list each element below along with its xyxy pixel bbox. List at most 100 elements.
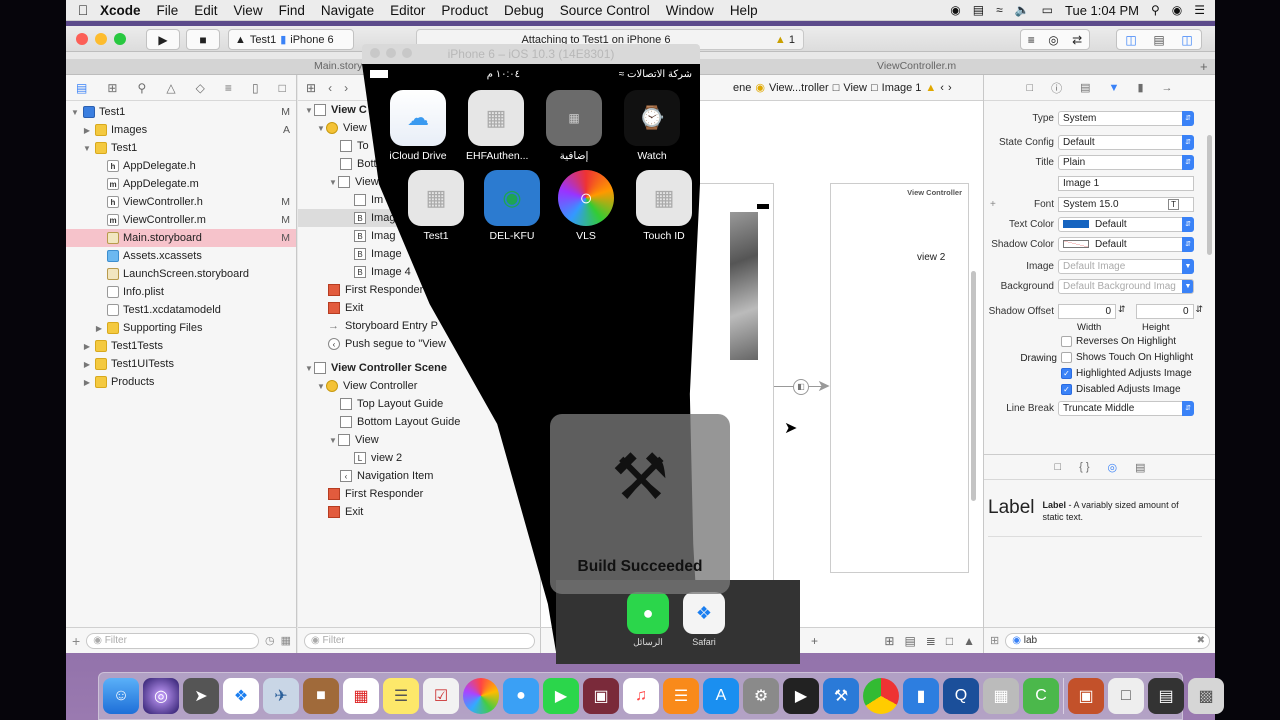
nav-item-test1uitests[interactable]: ▶ Test1UITests — [66, 355, 296, 373]
media-library-icon[interactable]: ▤ — [1135, 461, 1145, 474]
back-icon[interactable]: ‹ — [328, 81, 332, 95]
checkbox-box[interactable] — [1061, 352, 1072, 363]
back-icon[interactable]: ‹ — [940, 82, 944, 94]
record-icon[interactable]: ◉ — [950, 3, 960, 17]
app-safari[interactable]: ❖ Safari — [680, 592, 728, 647]
tab-main-storyboard[interactable]: Main.story — [314, 60, 362, 72]
system-preferences-icon[interactable]: ⚙ — [743, 678, 779, 714]
jump-view-controller[interactable]: View...troller — [769, 82, 829, 94]
app-extras-folder[interactable]: ▦ إضافية — [544, 90, 604, 162]
nav-item-info-plist[interactable]: Info.plist — [66, 283, 296, 301]
state-config-popup[interactable]: Default ⇵ — [1058, 134, 1194, 150]
app-menu[interactable]: Xcode — [100, 3, 141, 18]
contacts-icon[interactable]: ■ — [303, 678, 339, 714]
spotlight-icon[interactable]: ⚲ — [1151, 3, 1160, 17]
debug-area-toggle-icon[interactable]: ▤ — [1153, 33, 1164, 47]
messages-dock-icon[interactable]: ● — [503, 678, 539, 714]
ibooks-icon[interactable]: ☰ — [663, 678, 699, 714]
source-control-icon[interactable]: ⊞ — [107, 81, 117, 95]
siri-icon[interactable]: ◎ — [143, 678, 179, 714]
utility-icon[interactable]: ▦ — [983, 678, 1019, 714]
checkbox-checked-icon[interactable]: ✓ — [1061, 368, 1072, 379]
disclosure-open-icon[interactable]: ▼ — [82, 144, 92, 153]
folder-icon[interactable]: ▤ — [76, 81, 87, 95]
itunes-icon[interactable]: ♫ — [623, 678, 659, 714]
file-template-icon[interactable]: □ — [1054, 461, 1061, 473]
font-field[interactable]: System 15.0 T — [1058, 196, 1194, 212]
app-touch-id[interactable]: ▦ Touch ID — [634, 170, 694, 242]
disclosure-open-icon[interactable]: ▼ — [70, 108, 80, 117]
stop-button[interactable]: ■ — [186, 29, 220, 50]
forward-icon[interactable]: › — [344, 81, 348, 95]
disclosure-open-icon[interactable]: ▼ — [316, 124, 326, 133]
warning-badge[interactable]: ▲ 1 — [775, 34, 795, 46]
editor-mode-control[interactable]: ≡ ◎ ⇄ — [1020, 29, 1090, 50]
app-icloud-drive[interactable]: ☁ iCloud Drive — [388, 90, 448, 162]
file-inspector-icon[interactable]: □ — [1026, 82, 1033, 94]
library-filter-input[interactable]: ◉ lab ✖ — [1005, 632, 1210, 649]
close-window-button[interactable] — [76, 33, 88, 45]
wifi-icon[interactable]: ≈ — [996, 3, 1003, 17]
scheme-selector[interactable]: ▲ Test1 ▮ iPhone 6 — [228, 29, 354, 50]
preview-icon[interactable]: ✈ — [263, 678, 299, 714]
stack-icon[interactable]: ▤ — [904, 634, 915, 648]
photos-icon[interactable] — [463, 678, 499, 714]
menu-source-control[interactable]: Source Control — [560, 3, 650, 18]
disclosure-closed-icon[interactable]: ▶ — [82, 342, 92, 351]
nav-item-datamodel[interactable]: Test1.xcdatamodeld — [66, 301, 296, 319]
final-cut-icon[interactable]: ▶ — [783, 678, 819, 714]
nav-item-appdelegate-h[interactable]: h AppDelegate.h — [66, 157, 296, 175]
app-store-icon[interactable]: A — [703, 678, 739, 714]
line-break-popup[interactable]: Truncate Middle ⇵ — [1058, 400, 1194, 416]
checkbox-box[interactable] — [1061, 336, 1072, 347]
nav-item-products[interactable]: ▶ Products — [66, 373, 296, 391]
nav-item-viewcontroller-h[interactable]: h ViewController.h M — [66, 193, 296, 211]
jump-image-1[interactable]: Image 1 — [882, 82, 922, 94]
view-controller-scene-2[interactable]: View Controller view 2 — [830, 183, 969, 573]
image-combo[interactable]: Default Image ▼ — [1058, 258, 1194, 274]
jump-scene[interactable]: ene — [733, 82, 751, 94]
disclosure-closed-icon[interactable]: ▶ — [94, 324, 104, 333]
photo-booth-icon[interactable]: ▣ — [583, 678, 619, 714]
shadow-width-field[interactable]: 0 — [1058, 303, 1116, 319]
safari-icon[interactable]: ❖ — [223, 678, 259, 714]
navigator-filter-input[interactable]: ◉ Filter — [86, 632, 259, 649]
simulator-title-bar[interactable]: iPhone 6 – iOS 10.3 (14E8301) — [362, 44, 700, 64]
type-popup[interactable]: System ⇵ — [1058, 110, 1194, 126]
minimize-window-button[interactable] — [386, 48, 396, 58]
utilities-toggle-icon[interactable]: ◫ — [1181, 33, 1192, 47]
font-picker-icon[interactable]: T — [1168, 198, 1179, 210]
app-ehfauthen[interactable]: ▦ EHFAuthen... — [466, 90, 528, 162]
grid-icon[interactable]: ⊞ — [306, 81, 316, 95]
report-icon[interactable]: □ — [279, 81, 286, 95]
add-icon[interactable]: + — [72, 633, 80, 649]
menu-product[interactable]: Product — [441, 3, 488, 18]
recent-files-icon[interactable]: ◷ — [265, 634, 275, 647]
navigator-toggle-icon[interactable]: ◫ — [1125, 33, 1136, 47]
object-library-icon[interactable]: ◎ — [1108, 461, 1118, 474]
disclosure-open-icon[interactable]: ▼ — [328, 178, 338, 187]
issue-icon[interactable]: △ — [166, 81, 175, 95]
run-button[interactable]: ▶ — [146, 29, 180, 50]
search-icon[interactable]: ⚲ — [138, 81, 147, 95]
menu-view[interactable]: View — [234, 3, 263, 18]
identity-inspector-icon[interactable]: ▤ — [1080, 81, 1090, 94]
connections-inspector-icon[interactable]: → — [1162, 82, 1173, 94]
reminders-icon[interactable]: ☑ — [423, 678, 459, 714]
image-view-preview[interactable] — [730, 212, 758, 360]
highlighted-adjusts-checkbox[interactable]: ✓ Highlighted Adjusts Image — [1061, 368, 1192, 379]
clear-icon[interactable]: ✖ — [1197, 635, 1205, 646]
disclosure-open-icon[interactable]: ▼ — [316, 382, 326, 391]
disclosure-closed-icon[interactable]: ▶ — [82, 378, 92, 387]
scm-filter-icon[interactable]: ▦ — [281, 634, 291, 647]
disabled-adjusts-checkbox[interactable]: ✓ Disabled Adjusts Image — [1061, 384, 1181, 395]
menu-file[interactable]: File — [157, 3, 179, 18]
nav-item-test1tests[interactable]: ▶ Test1Tests — [66, 337, 296, 355]
shadow-color-popup[interactable]: Default ⇵ — [1058, 236, 1194, 252]
calendar-icon[interactable]: ▦ — [343, 678, 379, 714]
attributes-inspector-icon[interactable]: ▼ — [1109, 82, 1120, 94]
user-icon[interactable]: ◉ — [1172, 3, 1182, 17]
help-inspector-icon[interactable]: ⓘ — [1051, 80, 1062, 96]
zoom-window-button[interactable] — [402, 48, 412, 58]
text-color-popup[interactable]: Default ⇵ — [1058, 216, 1194, 232]
